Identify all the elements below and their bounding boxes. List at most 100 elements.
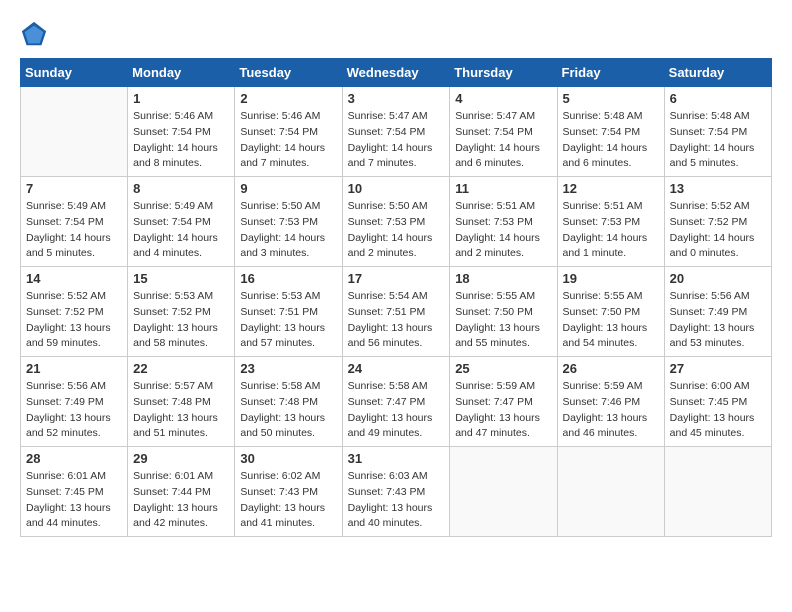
day-info: Sunrise: 5:57 AMSunset: 7:48 PMDaylight:… (133, 379, 229, 442)
day-number: 1 (133, 91, 229, 106)
calendar-cell: 23 Sunrise: 5:58 AMSunset: 7:48 PMDayligh… (235, 357, 342, 447)
logo-icon (20, 20, 48, 48)
day-number: 20 (670, 271, 766, 286)
day-number: 24 (348, 361, 445, 376)
calendar-cell: 14Sunrise: 5:52 AMSunset: 7:52 PMDayligh… (21, 267, 128, 357)
day-info: Sunrise: 5:51 AMSunset: 7:53 PMDaylight:… (455, 199, 551, 262)
calendar-cell: 11 Sunrise: 5:51 AMSunset: 7:53 PMDayligh… (450, 177, 557, 267)
day-info: Sunrise: 5:47 AMSunset: 7:54 PMDaylight:… (348, 109, 445, 172)
calendar-cell: 16Sunrise: 5:53 AMSunset: 7:51 PMDayligh… (235, 267, 342, 357)
day-info: Sunrise: 5:49 AMSunset: 7:54 PMDaylight:… (26, 199, 122, 262)
calendar-cell (21, 87, 128, 177)
calendar-cell: 26 Sunrise: 5:59 AMSunset: 7:46 PMDayligh… (557, 357, 664, 447)
day-number: 14 (26, 271, 122, 286)
day-info: Sunrise: 6:02 AMSunset: 7:43 PMDaylight:… (240, 469, 336, 532)
calendar-header-friday: Friday (557, 59, 664, 87)
calendar-cell: 7 Sunrise: 5:49 AMSunset: 7:54 PMDaylight… (21, 177, 128, 267)
calendar-header-monday: Monday (128, 59, 235, 87)
day-info: Sunrise: 5:59 AMSunset: 7:46 PMDaylight:… (563, 379, 659, 442)
calendar-week-row-3: 14Sunrise: 5:52 AMSunset: 7:52 PMDayligh… (21, 267, 772, 357)
day-info: Sunrise: 5:48 AMSunset: 7:54 PMDaylight:… (563, 109, 659, 172)
calendar-header-wednesday: Wednesday (342, 59, 450, 87)
calendar-cell (557, 447, 664, 537)
calendar-cell: 4 Sunrise: 5:47 AMSunset: 7:54 PMDaylight… (450, 87, 557, 177)
calendar-cell: 18 Sunrise: 5:55 AMSunset: 7:50 PMDayligh… (450, 267, 557, 357)
day-info: Sunrise: 5:46 AMSunset: 7:54 PMDaylight:… (133, 109, 229, 172)
day-info: Sunrise: 6:01 AMSunset: 7:45 PMDaylight:… (26, 469, 122, 532)
calendar-cell (450, 447, 557, 537)
day-number: 17 (348, 271, 445, 286)
calendar-cell: 22 Sunrise: 5:57 AMSunset: 7:48 PMDayligh… (128, 357, 235, 447)
calendar-cell: 21 Sunrise: 5:56 AMSunset: 7:49 PMDayligh… (21, 357, 128, 447)
calendar-cell: 25 Sunrise: 5:59 AMSunset: 7:47 PMDayligh… (450, 357, 557, 447)
day-number: 27 (670, 361, 766, 376)
day-info: Sunrise: 5:48 AMSunset: 7:54 PMDaylight:… (670, 109, 766, 172)
day-info: Sunrise: 5:58 AMSunset: 7:48 PMDaylight:… (240, 379, 336, 442)
calendar-cell: 15Sunrise: 5:53 AMSunset: 7:52 PMDayligh… (128, 267, 235, 357)
calendar-cell: 3 Sunrise: 5:47 AMSunset: 7:54 PMDaylight… (342, 87, 450, 177)
day-number: 30 (240, 451, 336, 466)
calendar-cell: 28 Sunrise: 6:01 AMSunset: 7:45 PMDayligh… (21, 447, 128, 537)
day-number: 28 (26, 451, 122, 466)
day-info: Sunrise: 5:55 AMSunset: 7:50 PMDaylight:… (455, 289, 551, 352)
day-info: Sunrise: 5:46 AMSunset: 7:54 PMDaylight:… (240, 109, 336, 172)
day-number: 15 (133, 271, 229, 286)
calendar-week-row-4: 21 Sunrise: 5:56 AMSunset: 7:49 PMDayligh… (21, 357, 772, 447)
calendar-cell: 5 Sunrise: 5:48 AMSunset: 7:54 PMDaylight… (557, 87, 664, 177)
day-number: 23 (240, 361, 336, 376)
calendar-cell: 27 Sunrise: 6:00 AMSunset: 7:45 PMDayligh… (664, 357, 771, 447)
day-info: Sunrise: 5:49 AMSunset: 7:54 PMDaylight:… (133, 199, 229, 262)
day-number: 26 (563, 361, 659, 376)
calendar-header-row: SundayMondayTuesdayWednesdayThursdayFrid… (21, 59, 772, 87)
day-info: Sunrise: 5:55 AMSunset: 7:50 PMDaylight:… (563, 289, 659, 352)
calendar-week-row-1: 1 Sunrise: 5:46 AMSunset: 7:54 PMDaylight… (21, 87, 772, 177)
day-info: Sunrise: 5:53 AMSunset: 7:51 PMDaylight:… (240, 289, 336, 352)
day-info: Sunrise: 5:58 AMSunset: 7:47 PMDaylight:… (348, 379, 445, 442)
page-header (20, 20, 772, 48)
day-number: 22 (133, 361, 229, 376)
day-info: Sunrise: 5:56 AMSunset: 7:49 PMDaylight:… (26, 379, 122, 442)
calendar-cell: 6 Sunrise: 5:48 AMSunset: 7:54 PMDaylight… (664, 87, 771, 177)
day-info: Sunrise: 5:47 AMSunset: 7:54 PMDaylight:… (455, 109, 551, 172)
day-number: 12 (563, 181, 659, 196)
day-info: Sunrise: 5:50 AMSunset: 7:53 PMDaylight:… (240, 199, 336, 262)
day-number: 25 (455, 361, 551, 376)
calendar-cell: 30 Sunrise: 6:02 AMSunset: 7:43 PMDayligh… (235, 447, 342, 537)
calendar-cell: 19Sunrise: 5:55 AMSunset: 7:50 PMDayligh… (557, 267, 664, 357)
calendar-cell: 2 Sunrise: 5:46 AMSunset: 7:54 PMDaylight… (235, 87, 342, 177)
day-info: Sunrise: 6:01 AMSunset: 7:44 PMDaylight:… (133, 469, 229, 532)
day-number: 5 (563, 91, 659, 106)
day-number: 29 (133, 451, 229, 466)
day-info: Sunrise: 5:54 AMSunset: 7:51 PMDaylight:… (348, 289, 445, 352)
calendar-cell: 31Sunrise: 6:03 AMSunset: 7:43 PMDayligh… (342, 447, 450, 537)
day-number: 13 (670, 181, 766, 196)
day-info: Sunrise: 6:00 AMSunset: 7:45 PMDaylight:… (670, 379, 766, 442)
day-number: 4 (455, 91, 551, 106)
calendar-header-tuesday: Tuesday (235, 59, 342, 87)
day-number: 3 (348, 91, 445, 106)
calendar-cell: 13Sunrise: 5:52 AMSunset: 7:52 PMDayligh… (664, 177, 771, 267)
calendar-table: SundayMondayTuesdayWednesdayThursdayFrid… (20, 58, 772, 537)
day-info: Sunrise: 5:50 AMSunset: 7:53 PMDaylight:… (348, 199, 445, 262)
calendar-cell: 17 Sunrise: 5:54 AMSunset: 7:51 PMDayligh… (342, 267, 450, 357)
day-number: 8 (133, 181, 229, 196)
day-number: 6 (670, 91, 766, 106)
calendar-cell: 24 Sunrise: 5:58 AMSunset: 7:47 PMDayligh… (342, 357, 450, 447)
day-number: 7 (26, 181, 122, 196)
day-number: 10 (348, 181, 445, 196)
calendar-week-row-2: 7 Sunrise: 5:49 AMSunset: 7:54 PMDaylight… (21, 177, 772, 267)
day-info: Sunrise: 6:03 AMSunset: 7:43 PMDaylight:… (348, 469, 445, 532)
calendar-cell (664, 447, 771, 537)
day-number: 2 (240, 91, 336, 106)
day-info: Sunrise: 5:59 AMSunset: 7:47 PMDaylight:… (455, 379, 551, 442)
day-number: 11 (455, 181, 551, 196)
calendar-header-sunday: Sunday (21, 59, 128, 87)
day-number: 9 (240, 181, 336, 196)
calendar-cell: 29 Sunrise: 6:01 AMSunset: 7:44 PMDayligh… (128, 447, 235, 537)
day-number: 18 (455, 271, 551, 286)
calendar-header-thursday: Thursday (450, 59, 557, 87)
calendar-cell: 10 Sunrise: 5:50 AMSunset: 7:53 PMDayligh… (342, 177, 450, 267)
day-info: Sunrise: 5:51 AMSunset: 7:53 PMDaylight:… (563, 199, 659, 262)
day-number: 21 (26, 361, 122, 376)
calendar-header-saturday: Saturday (664, 59, 771, 87)
